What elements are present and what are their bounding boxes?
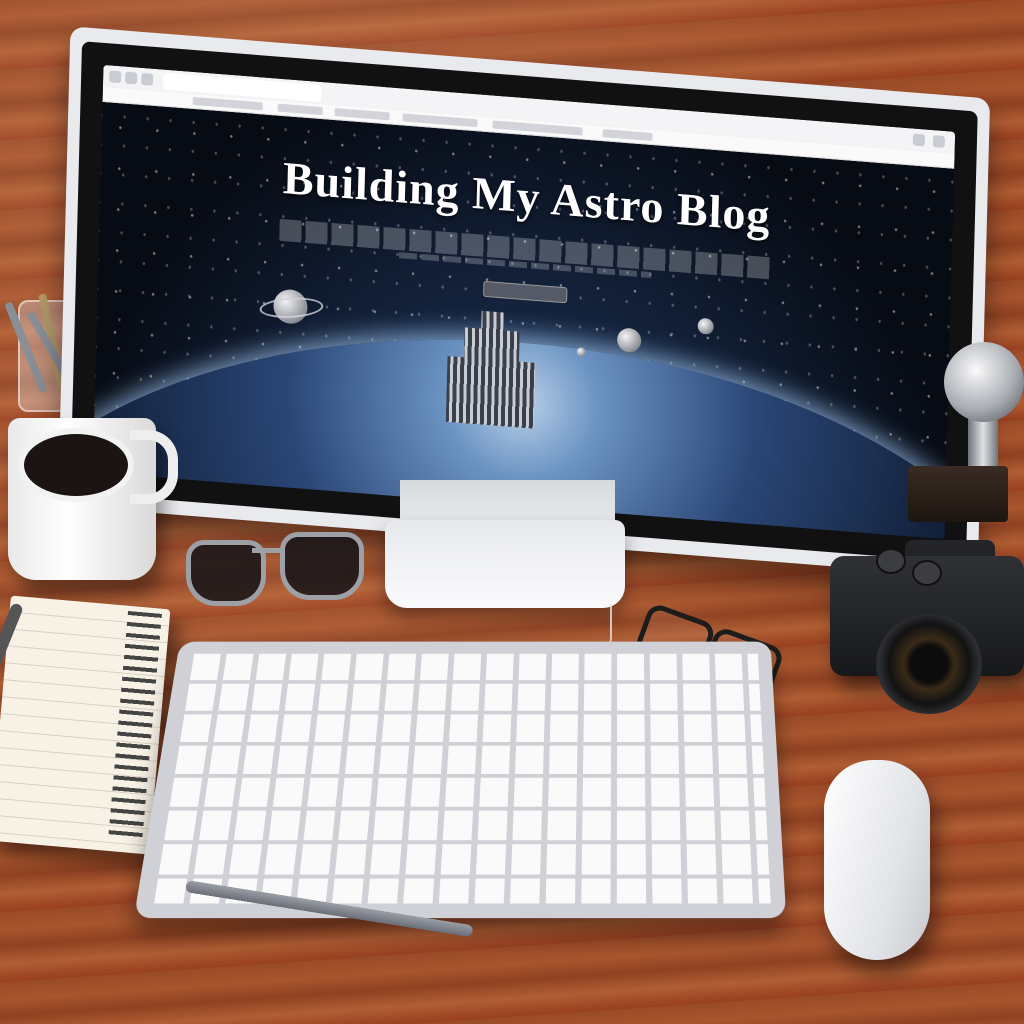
menu-icon[interactable] bbox=[932, 135, 946, 149]
camera-lens bbox=[876, 614, 982, 714]
bookmark-item[interactable] bbox=[602, 129, 653, 142]
monitor-stand-base bbox=[385, 520, 625, 608]
planet bbox=[576, 347, 586, 357]
camera-dial bbox=[876, 548, 906, 574]
sunglasses-lens bbox=[280, 532, 364, 600]
forward-icon[interactable] bbox=[125, 71, 138, 85]
bookmark-item[interactable] bbox=[192, 96, 263, 111]
back-icon[interactable] bbox=[109, 70, 122, 84]
trophy-base bbox=[908, 466, 1008, 522]
sunglasses-bridge bbox=[252, 548, 284, 553]
mug-handle bbox=[130, 430, 178, 504]
bookmark-item[interactable] bbox=[492, 120, 583, 136]
bookmark-item[interactable] bbox=[334, 108, 390, 121]
trophy-globe bbox=[944, 342, 1024, 422]
bookmark-item[interactable] bbox=[402, 113, 478, 128]
monitor-screen: Building My Astro Blog bbox=[92, 64, 956, 540]
mouse[interactable] bbox=[824, 760, 930, 960]
coffee bbox=[18, 428, 134, 502]
keyboard-key-rows bbox=[150, 653, 771, 904]
camera-dial bbox=[912, 560, 942, 586]
bookmark-item[interactable] bbox=[277, 103, 323, 116]
keyboard[interactable] bbox=[133, 641, 787, 919]
reload-icon[interactable] bbox=[141, 72, 154, 86]
extension-icon[interactable] bbox=[912, 133, 926, 147]
